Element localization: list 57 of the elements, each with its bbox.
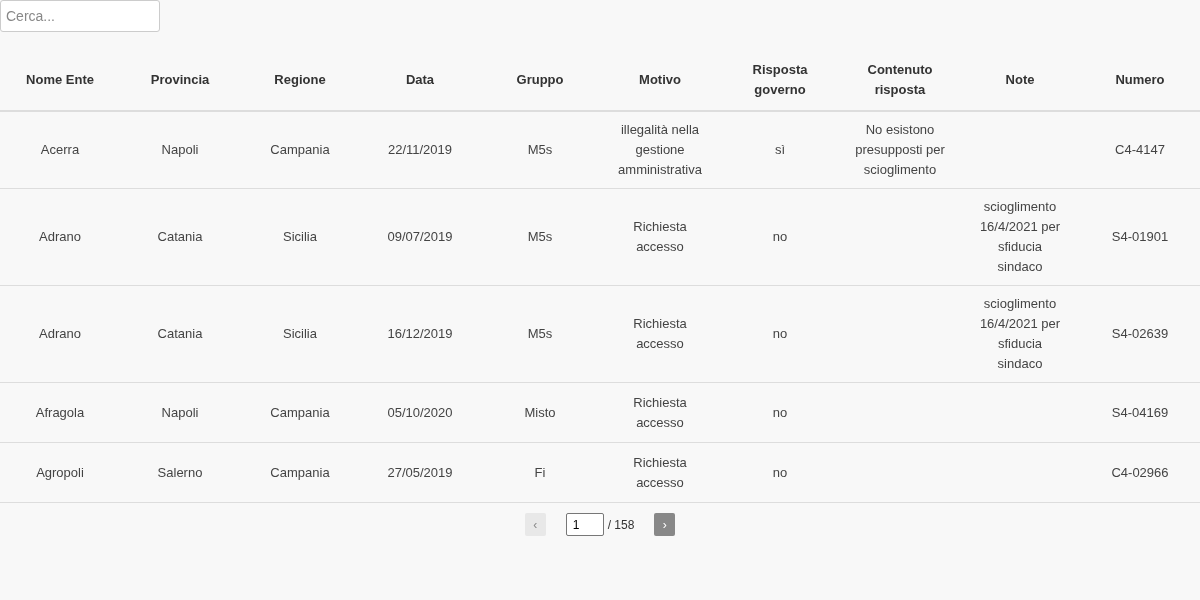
table-cell: Afragola xyxy=(0,382,120,443)
table-cell: Campania xyxy=(240,442,360,503)
table-cell: Salerno xyxy=(120,442,240,503)
table-cell: Agropoli xyxy=(0,442,120,503)
table-cell: 09/07/2019 xyxy=(360,188,480,286)
table-cell: S4-01901 xyxy=(1080,188,1200,286)
column-header[interactable]: Provincia xyxy=(120,44,240,111)
table-cell: no xyxy=(720,382,840,443)
table-cell: scioglimento 16/4/2021 per sfiducia sindaco xyxy=(960,285,1080,383)
table-cell: Fi xyxy=(480,442,600,503)
table-cell: Adrano xyxy=(0,285,120,383)
column-header[interactable]: Data xyxy=(360,44,480,111)
page-input[interactable]: 1 xyxy=(565,513,604,536)
table-cell: Misto xyxy=(480,382,600,443)
table-cell: no xyxy=(720,285,840,383)
table-cell: S4-02639 xyxy=(1080,285,1200,383)
table-cell: C4-4147 xyxy=(1080,111,1200,189)
table-cell: No esistono presupposti per scioglimento xyxy=(840,111,960,189)
page-total: / 158 xyxy=(607,517,635,532)
next-page-button[interactable]: › xyxy=(654,513,676,536)
table-cell: no xyxy=(720,188,840,286)
column-header[interactable]: Nome Ente xyxy=(0,44,120,111)
column-header[interactable]: Note xyxy=(960,44,1080,111)
table-cell: S4-04169 xyxy=(1080,382,1200,443)
table-cell: 27/05/2019 xyxy=(360,442,480,503)
table-cell: 22/11/2019 xyxy=(360,111,480,189)
table-cell: Campania xyxy=(240,382,360,443)
column-header[interactable]: Motivo xyxy=(600,44,720,111)
table-cell: Acerra xyxy=(0,111,120,189)
table-cell: Richiesta accesso xyxy=(600,285,720,383)
table-cell: illegalità nella gestione amministrativa xyxy=(600,111,720,189)
table-cell: 05/10/2020 xyxy=(360,382,480,443)
column-header[interactable]: Gruppo xyxy=(480,44,600,111)
column-header[interactable]: Contenuto risposta xyxy=(840,44,960,111)
table-cell: Napoli xyxy=(120,382,240,443)
column-header[interactable]: Risposta governo xyxy=(720,44,840,111)
table-cell: Richiesta accesso xyxy=(600,442,720,503)
table-cell: M5s xyxy=(480,111,600,189)
table-cell: Richiesta accesso xyxy=(600,382,720,443)
table-cell: M5s xyxy=(480,285,600,383)
table-cell: 16/12/2019 xyxy=(360,285,480,383)
column-header[interactable]: Regione xyxy=(240,44,360,111)
table-cell: Sicilia xyxy=(240,188,360,286)
table-cell: Catania xyxy=(120,285,240,383)
column-header[interactable]: Numero xyxy=(1080,44,1200,111)
table-cell: Sicilia xyxy=(240,285,360,383)
table-cell: Campania xyxy=(240,111,360,189)
search-field[interactable]: Cerca... xyxy=(0,0,160,32)
table-cell: no xyxy=(720,442,840,503)
table-cell: sì xyxy=(720,111,840,189)
table-cell: Richiesta accesso xyxy=(600,188,720,286)
table-cell: M5s xyxy=(480,188,600,286)
table-cell: Adrano xyxy=(0,188,120,286)
table-cell: Napoli xyxy=(120,111,240,189)
table-cell: Catania xyxy=(120,188,240,286)
table-cell: C4-02966 xyxy=(1080,442,1200,503)
table-cell: scioglimento 16/4/2021 per sfiducia sindaco xyxy=(960,188,1080,286)
